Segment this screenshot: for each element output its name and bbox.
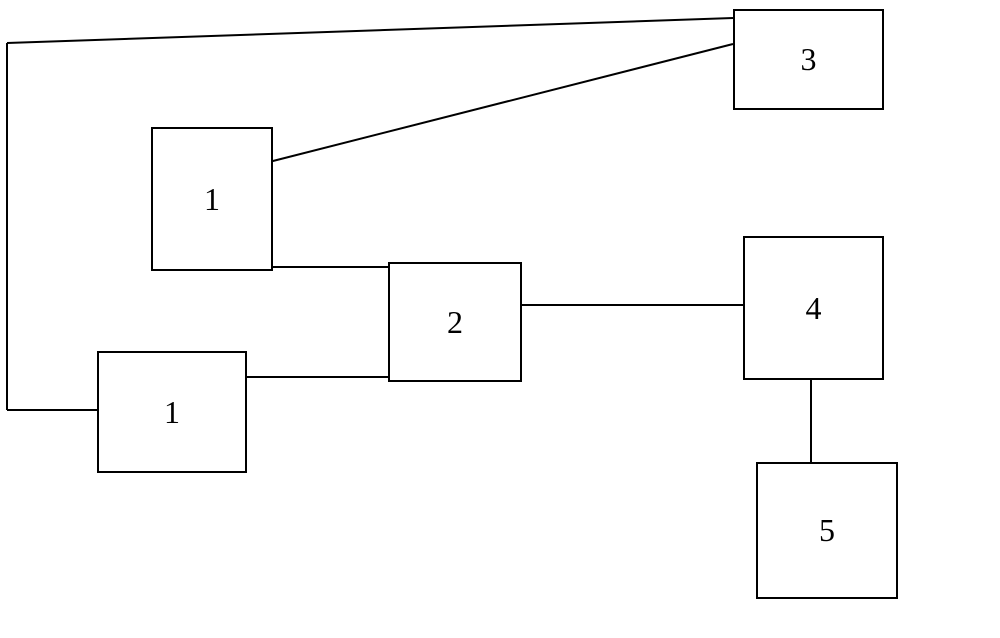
node-3: 3 [733, 9, 884, 110]
node-label: 4 [806, 290, 822, 327]
edge-line [269, 44, 733, 162]
node-4: 4 [743, 236, 884, 380]
node-2: 2 [388, 262, 522, 382]
node-label: 5 [819, 512, 835, 549]
edge-line [7, 18, 733, 43]
node-label: 3 [801, 41, 817, 78]
node-label: 2 [447, 304, 463, 341]
node-1b: 1 [97, 351, 247, 473]
node-5: 5 [756, 462, 898, 599]
node-label: 1 [164, 394, 180, 431]
node-1a: 1 [151, 127, 273, 271]
node-label: 1 [204, 181, 220, 218]
